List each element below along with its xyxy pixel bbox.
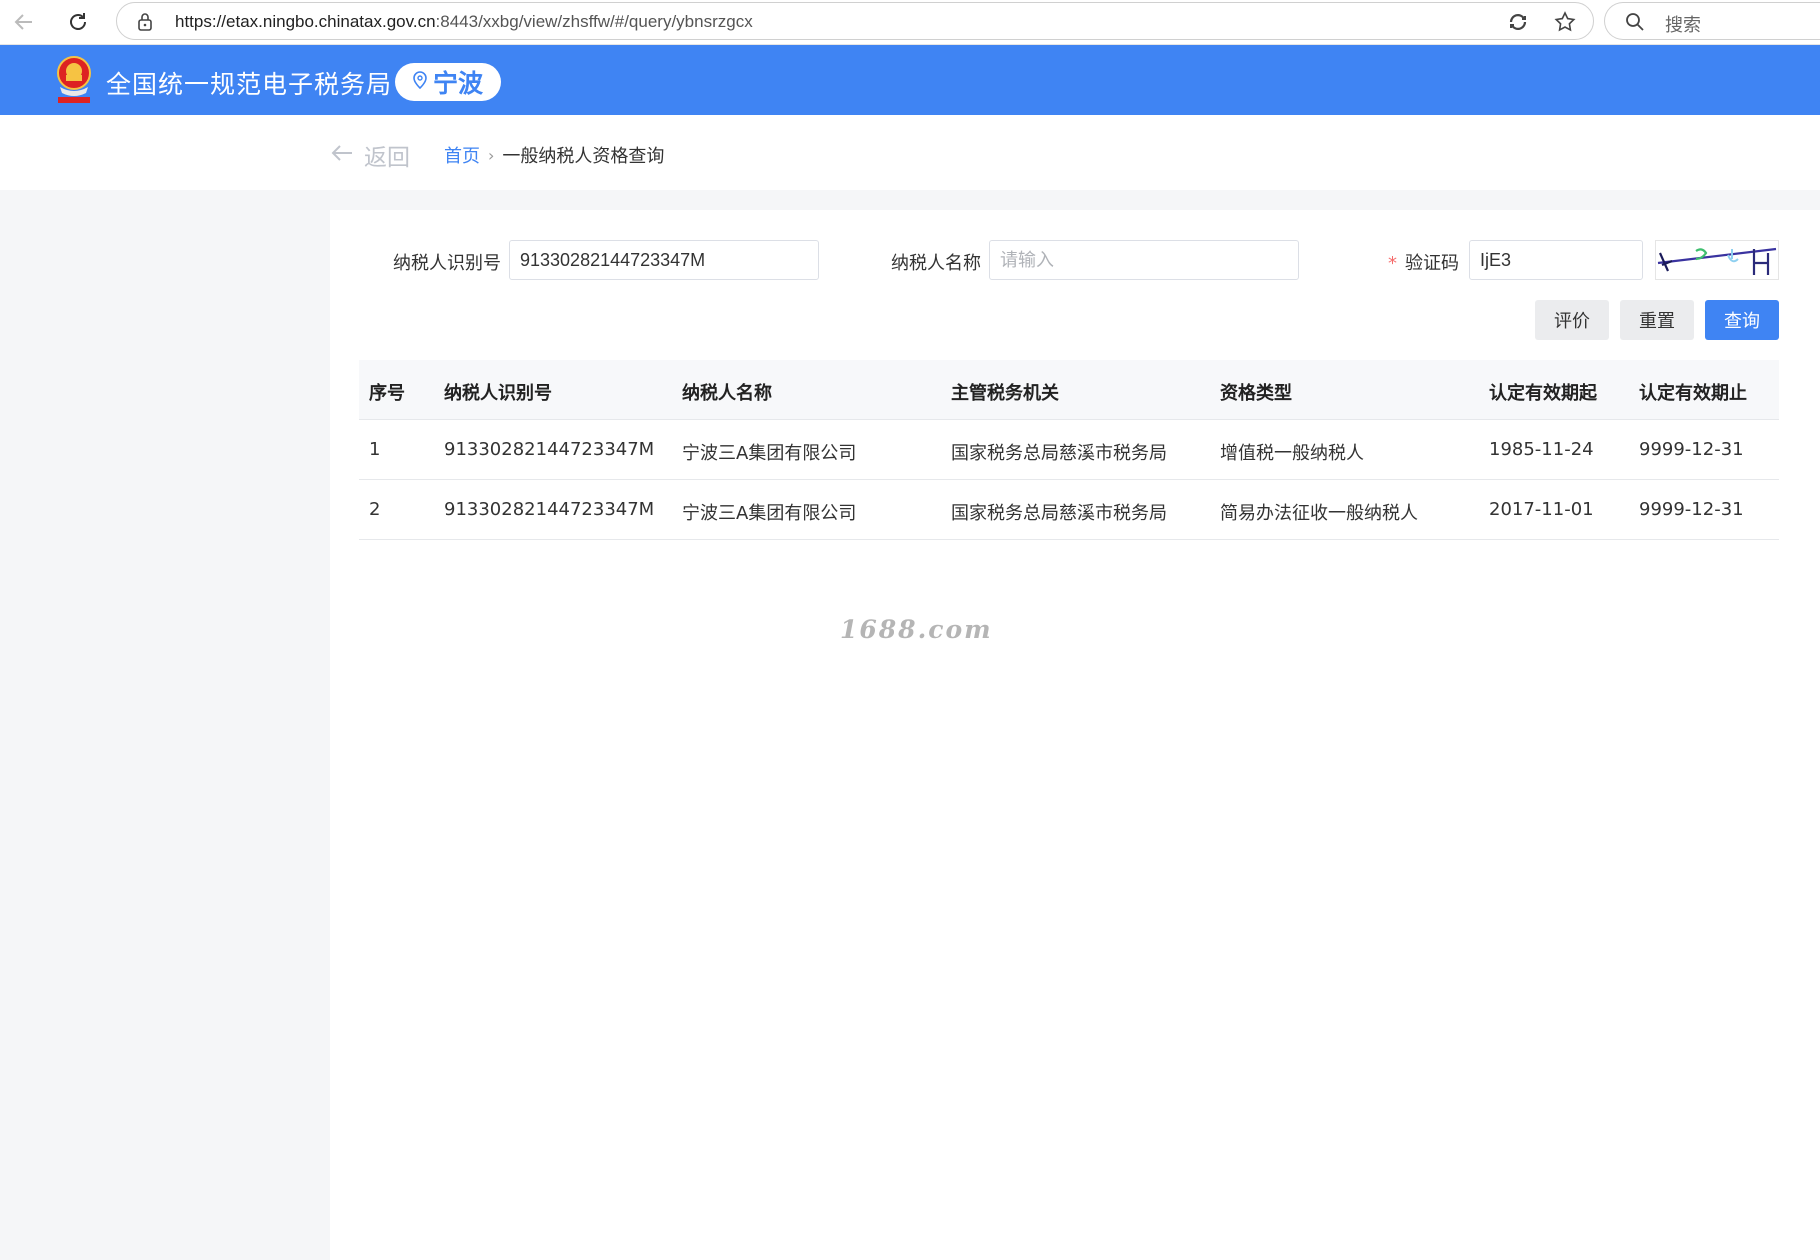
favorite-star-icon[interactable] (1553, 10, 1577, 38)
taxpayer-name-input[interactable] (989, 240, 1299, 280)
back-arrow-icon[interactable] (8, 6, 40, 38)
taxpayer-id-input[interactable] (509, 240, 819, 280)
reload-icon[interactable] (62, 6, 94, 38)
column-header: 纳税人名称 (682, 383, 772, 404)
cell-tax-authority: 国家税务总局慈溪市税务局 (951, 443, 1167, 464)
city-selector[interactable]: 宁波 (395, 63, 501, 101)
cell-tax-authority: 国家税务总局慈溪市税务局 (951, 503, 1167, 524)
breadcrumb-bar: 返回 首页 › 一般纳税人资格查询 (0, 115, 1820, 190)
cell-index: 2 (369, 499, 381, 520)
url-text: https://etax.ningbo.chinatax.gov.cn:8443… (175, 12, 753, 31)
taxpayer-id-label: 纳税人识别号 (393, 253, 501, 274)
browser-toolbar: https://etax.ningbo.chinatax.gov.cn:8443… (0, 0, 1820, 45)
watermark: 1688.com (840, 615, 993, 644)
table-row: 1 91330282144723347M 宁波三A集团有限公司 国家税务总局慈溪… (359, 420, 1779, 480)
location-pin-icon (413, 71, 427, 93)
address-bar[interactable]: https://etax.ningbo.chinatax.gov.cn:8443… (116, 2, 1594, 40)
cell-valid-from: 1985-11-24 (1489, 439, 1594, 460)
cell-taxpayer-name: 宁波三A集团有限公司 (682, 503, 857, 524)
evaluate-button[interactable]: 评价 (1535, 300, 1609, 340)
required-mark: * (1388, 253, 1397, 274)
captcha-label-group: * 验证码 (1388, 249, 1459, 275)
back-label: 返回 (364, 145, 410, 171)
back-arrow-icon (330, 144, 354, 166)
breadcrumb: 首页 › 一般纳税人资格查询 (444, 142, 664, 168)
captcha-input[interactable] (1469, 240, 1643, 280)
captcha-label: 验证码 (1405, 253, 1459, 274)
cell-taxpayer-id: 91330282144723347M (444, 439, 655, 460)
national-emblem-icon (52, 53, 96, 107)
query-button[interactable]: 查询 (1705, 300, 1779, 340)
cell-index: 1 (369, 439, 381, 460)
cell-valid-from: 2017-11-01 (1489, 499, 1594, 520)
site-title: 全国统一规范电子税务局 (106, 70, 393, 99)
result-table: 序号 纳税人识别号 纳税人名称 主管税务机关 资格类型 认定有效期起 认定有效期… (359, 360, 1779, 540)
column-header: 序号 (369, 383, 405, 404)
column-header: 主管税务机关 (951, 383, 1059, 404)
reset-button[interactable]: 重置 (1620, 300, 1694, 340)
column-header: 纳税人识别号 (444, 383, 552, 404)
column-header: 认定有效期止 (1639, 383, 1747, 404)
cell-valid-to: 9999-12-31 (1639, 499, 1744, 520)
cell-qualification-type: 简易办法征收一般纳税人 (1220, 503, 1418, 524)
breadcrumb-current: 一般纳税人资格查询 (502, 146, 665, 167)
cell-valid-to: 9999-12-31 (1639, 439, 1744, 460)
chevron-right-icon: › (488, 145, 495, 165)
table-row: 2 91330282144723347M 宁波三A集团有限公司 国家税务总局慈溪… (359, 480, 1779, 540)
captcha-image[interactable] (1655, 240, 1779, 280)
cell-qualification-type: 增值税一般纳税人 (1220, 443, 1364, 464)
taxpayer-name-label: 纳税人名称 (891, 253, 981, 274)
search-icon (1625, 12, 1645, 36)
query-panel: 纳税人识别号 纳税人名称 * 验证码 评价 重置 查询 序号 纳税人识别号 纳税人… (330, 210, 1820, 1260)
search-label: 搜索 (1665, 15, 1701, 36)
cell-taxpayer-id: 91330282144723347M (444, 499, 655, 520)
browser-search-box[interactable]: 搜索 (1604, 2, 1820, 40)
city-name: 宁波 (432, 69, 483, 98)
cell-taxpayer-name: 宁波三A集团有限公司 (682, 443, 857, 464)
lock-icon (137, 12, 153, 36)
column-header: 认定有效期起 (1489, 383, 1597, 404)
back-button[interactable]: 返回 (330, 138, 410, 172)
column-header: 资格类型 (1220, 383, 1292, 404)
table-header: 序号 纳税人识别号 纳税人名称 主管税务机关 资格类型 认定有效期起 认定有效期… (359, 360, 1779, 420)
breadcrumb-home-link[interactable]: 首页 (444, 142, 480, 168)
site-header: 全国统一规范电子税务局 宁波 (0, 45, 1820, 115)
edge-refresh-icon[interactable] (1507, 11, 1529, 37)
